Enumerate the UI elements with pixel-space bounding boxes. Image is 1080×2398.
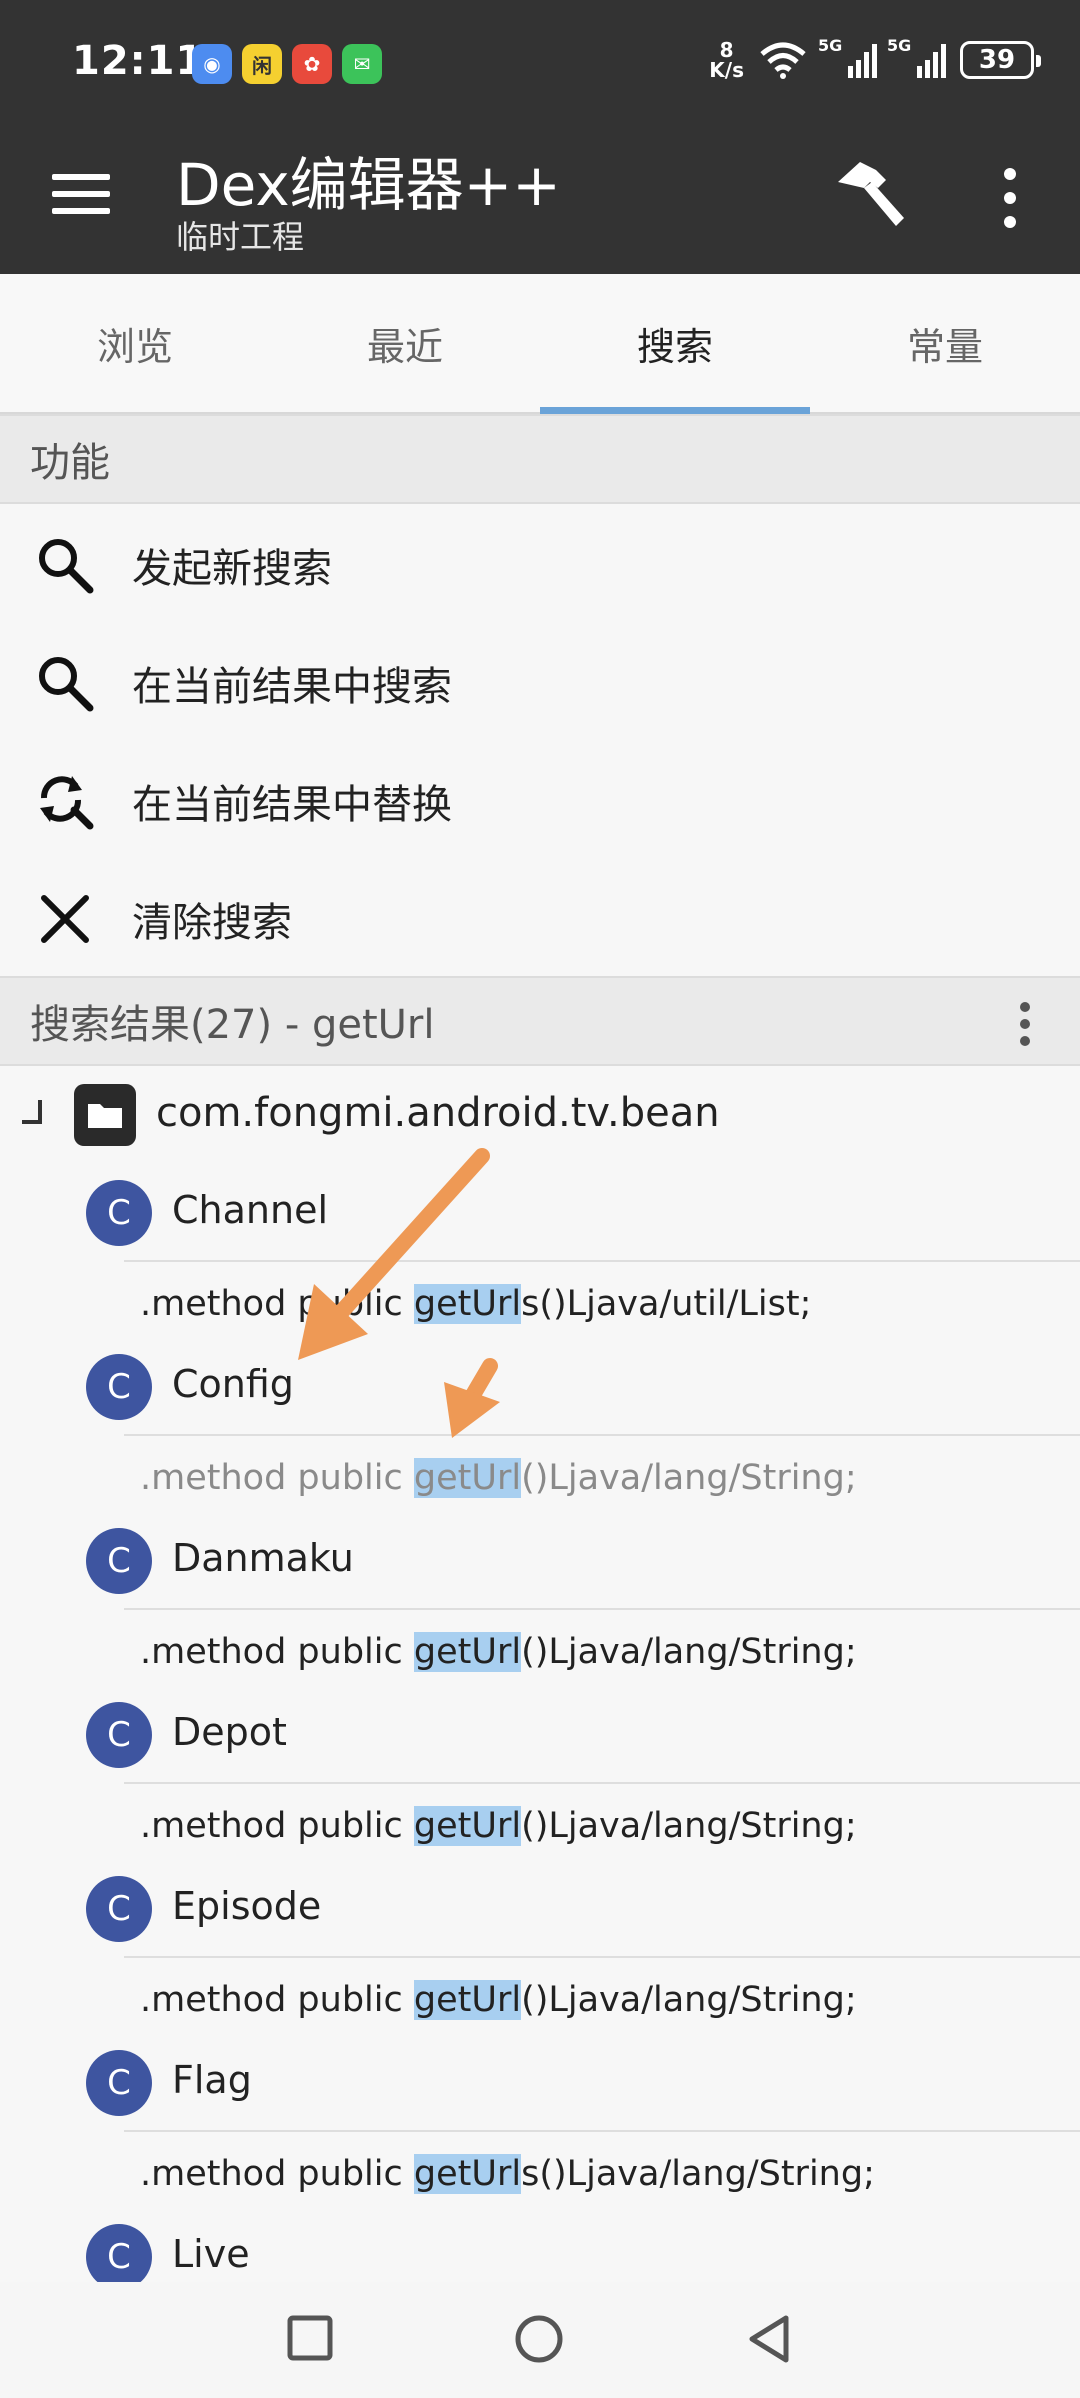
class-name: Live: [172, 2232, 250, 2276]
folder-icon: [74, 1084, 136, 1146]
class-name: Danmaku: [172, 1536, 354, 1580]
functions-header: 功能: [0, 414, 1080, 504]
home-icon[interactable]: [504, 2304, 574, 2374]
signal-icon-2: 5G: [887, 36, 946, 78]
class-name: Episode: [172, 1884, 322, 1928]
method-row[interactable]: .method public getUrls()Ljava/lang/Strin…: [124, 2130, 1080, 2220]
app-title: Dex编辑器++: [176, 151, 561, 219]
tab-search[interactable]: 搜索: [540, 274, 810, 414]
messages-app-icon: ◉: [192, 44, 232, 84]
match-highlight: getUrl: [413, 1806, 522, 1846]
class-icon: C: [86, 2224, 152, 2290]
match-highlight: getUrl: [413, 1284, 522, 1324]
battery-icon: 39: [960, 41, 1041, 79]
search-replace-icon: [40, 776, 94, 830]
method-row[interactable]: .method public getUrls()Ljava/util/List;: [124, 1260, 1080, 1350]
back-icon[interactable]: [734, 2304, 804, 2374]
class-row[interactable]: C Depot: [0, 1694, 1080, 1778]
method-row[interactable]: .method public getUrl()Ljava/lang/String…: [124, 1434, 1080, 1524]
class-icon: C: [86, 1528, 152, 1594]
class-name: Config: [172, 1362, 294, 1406]
package-row[interactable]: com.fongmi.android.tv.bean: [0, 1068, 1080, 1164]
search-icon: [39, 539, 94, 594]
match-highlight: getUrl: [413, 1980, 522, 2020]
search-in-results-item[interactable]: 在当前结果中搜索: [0, 624, 1080, 742]
class-icon: C: [86, 1702, 152, 1768]
network-speed: 8 K/s: [709, 38, 744, 82]
results-header: 搜索结果(27) - getUrl: [0, 976, 1080, 1066]
class-icon: C: [86, 1180, 152, 1246]
clear-search-item[interactable]: 清除搜索: [0, 860, 1080, 978]
wifi-icon: [760, 42, 806, 79]
class-icon: C: [86, 1354, 152, 1420]
signal-icon-1: 5G: [818, 36, 877, 78]
status-bar: 12:11 ◉ 闲 ✿ ✉ 8 K/s 5G 5G 39: [0, 0, 1080, 128]
xianyu-app-icon: 闲: [242, 44, 282, 84]
new-search-item[interactable]: 发起新搜索: [0, 506, 1080, 624]
package-name: com.fongmi.android.tv.bean: [156, 1090, 720, 1136]
hammer-icon[interactable]: [830, 156, 910, 236]
tab-bar: 浏览 最近 搜索 常量: [0, 274, 1080, 414]
replace-in-results-item[interactable]: 在当前结果中替换: [0, 742, 1080, 860]
recent-apps-icon[interactable]: [276, 2304, 346, 2374]
class-name: Flag: [172, 2058, 252, 2102]
app-bar: Dex编辑器++ 临时工程: [0, 128, 1080, 274]
class-row[interactable]: C Danmaku: [0, 1520, 1080, 1604]
app-subtitle: 临时工程: [176, 218, 305, 256]
results-more-icon[interactable]: [1020, 1002, 1034, 1046]
match-highlight: getUrl: [413, 1458, 522, 1498]
method-row[interactable]: .method public getUrl()Ljava/lang/String…: [124, 1608, 1080, 1698]
wechat-app-icon: ✉: [342, 44, 382, 84]
more-options-icon[interactable]: [996, 168, 1024, 228]
class-row[interactable]: C Flag: [0, 2042, 1080, 2126]
class-name: Channel: [172, 1188, 329, 1232]
tab-constants[interactable]: 常量: [810, 274, 1080, 412]
match-highlight: getUrl: [413, 1632, 522, 1672]
match-highlight: getUrl: [413, 2154, 522, 2194]
class-icon: C: [86, 1876, 152, 1942]
status-app-icons: ◉ 闲 ✿ ✉: [192, 44, 382, 84]
class-name: Depot: [172, 1710, 287, 1754]
navigation-bar: [0, 2282, 1080, 2398]
class-row[interactable]: C Episode: [0, 1868, 1080, 1952]
method-row[interactable]: .method public getUrl()Ljava/lang/String…: [124, 1782, 1080, 1872]
class-row[interactable]: C Config: [0, 1346, 1080, 1430]
status-indicators: 8 K/s 5G 5G 39: [709, 36, 1041, 82]
method-row[interactable]: .method public getUrl()Ljava/lang/String…: [124, 1956, 1080, 2046]
class-icon: C: [86, 2050, 152, 2116]
tab-browse[interactable]: 浏览: [0, 274, 270, 412]
collapse-icon[interactable]: [22, 1100, 42, 1124]
hamburger-menu-icon[interactable]: [52, 170, 110, 218]
status-time: 12:11: [72, 38, 205, 84]
class-row[interactable]: C Channel: [0, 1172, 1080, 1256]
app-notification-icon: ✿: [292, 44, 332, 84]
search-icon: [39, 657, 94, 712]
close-icon: [41, 895, 89, 943]
tab-recent[interactable]: 最近: [270, 274, 540, 412]
